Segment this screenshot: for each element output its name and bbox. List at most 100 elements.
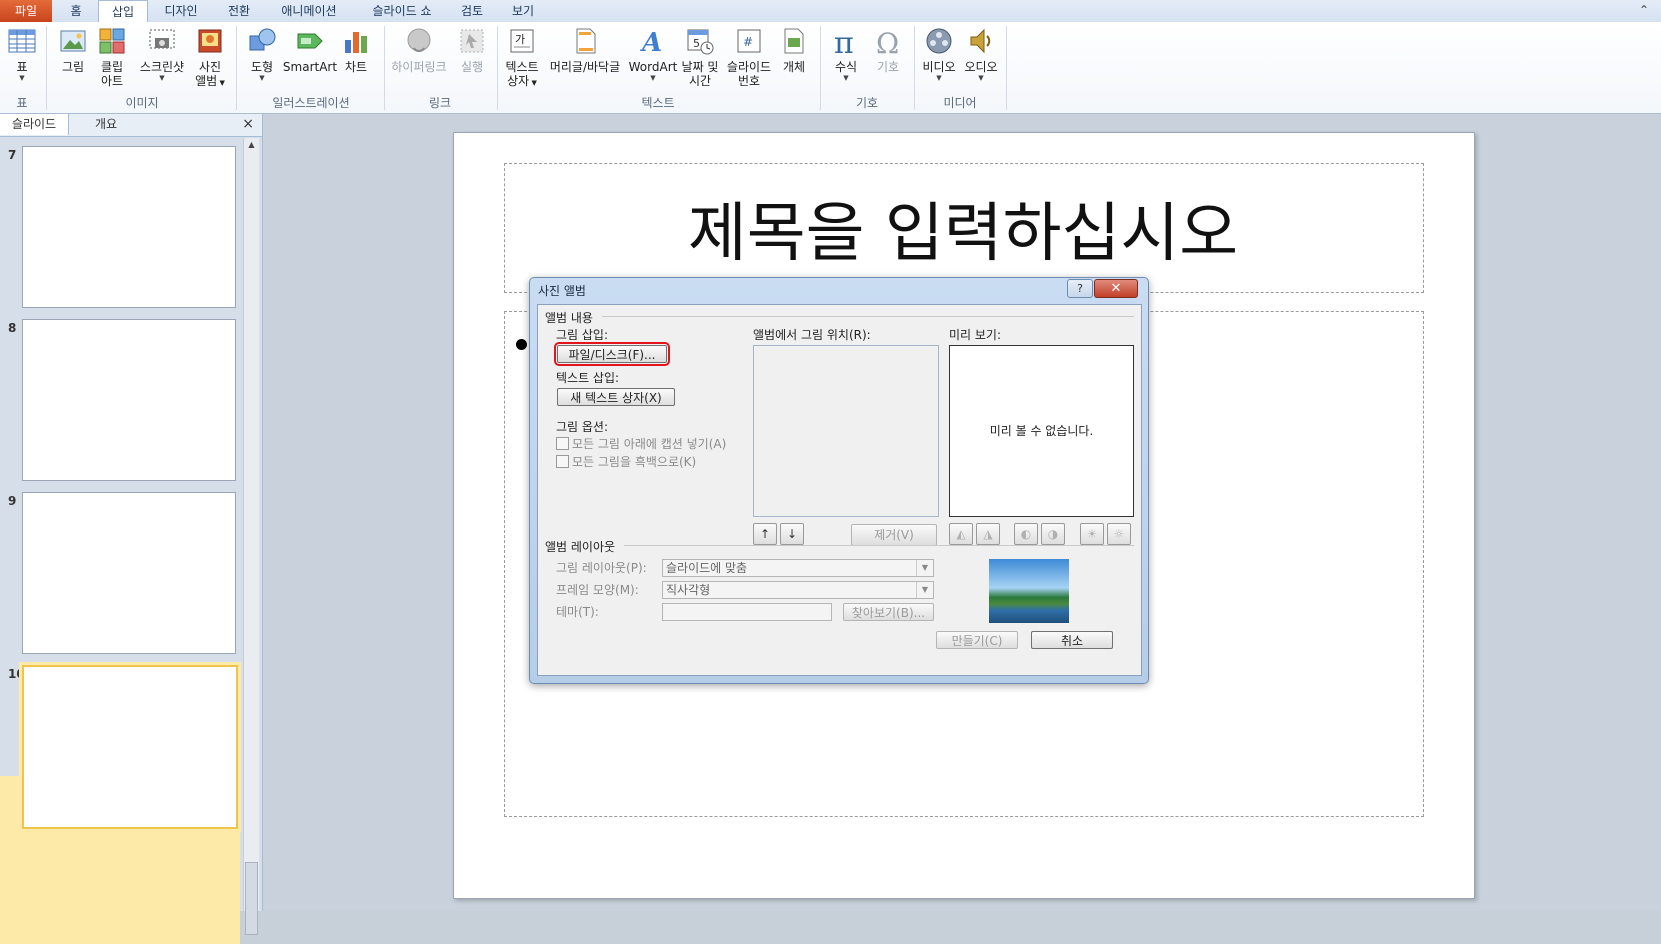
date-time-label-2: 시간 xyxy=(688,74,712,88)
photo-album-label-2: 앨범 xyxy=(195,74,218,88)
chart-label: 차트 xyxy=(344,60,368,74)
cancel-button[interactable]: 취소 xyxy=(1031,631,1113,649)
slide-thumbnail[interactable] xyxy=(22,492,236,654)
tab-design[interactable]: 디자인 xyxy=(148,0,214,22)
symbol-icon: Ω xyxy=(876,27,899,56)
contrast-increase-button[interactable]: ◐ xyxy=(1014,523,1038,545)
text-box-label-1: 텍스트 xyxy=(505,60,539,74)
picture-layout-select[interactable]: 슬라이드에 맞춤 ▼ xyxy=(662,559,934,577)
tab-insert[interactable]: 삽입 xyxy=(98,0,148,24)
equation-button[interactable]: π 수식 ▼ xyxy=(826,26,866,82)
rotate-right-button[interactable]: ◮ xyxy=(976,523,1000,545)
svg-text:#: # xyxy=(743,35,753,49)
symbol-button[interactable]: Ω 기호 xyxy=(868,26,908,74)
text-box-button[interactable]: 가 텍스트 상자 ▼ xyxy=(502,26,542,90)
move-down-button[interactable]: ↓ xyxy=(780,523,804,545)
tab-home[interactable]: 홈 xyxy=(54,0,98,22)
scrollbar-thumb[interactable] xyxy=(245,862,258,935)
black-white-label: 모든 그림을 흑백으로(K) xyxy=(572,455,697,469)
clip-art-button[interactable]: 클립 아트 xyxy=(92,26,132,88)
rotate-left-icon: ◭ xyxy=(956,527,966,541)
browse-button[interactable]: 찾아보기(B)... xyxy=(843,603,934,621)
action-button[interactable]: 실행 xyxy=(452,26,492,74)
slide-title: 제목을 입력하십시오 xyxy=(687,197,1239,271)
dropdown-arrow-icon: ▼ xyxy=(159,74,165,82)
screenshot-button[interactable]: 스크린샷 ▼ xyxy=(134,26,190,82)
screenshot-icon xyxy=(149,29,175,49)
chart-icon xyxy=(345,32,367,53)
clip-art-label-1: 클립 xyxy=(100,60,124,74)
brightness-decrease-button[interactable]: ☼ xyxy=(1107,523,1131,545)
preview-label: 미리 보기: xyxy=(949,328,1002,342)
chevron-down-icon: ▼ xyxy=(916,560,933,576)
new-text-box-button[interactable]: 새 텍스트 상자(X) xyxy=(557,388,675,406)
pictures-in-album-list[interactable] xyxy=(753,345,939,517)
table-button[interactable]: 표 ▼ xyxy=(4,26,40,82)
dropdown-arrow-icon: ▼ xyxy=(19,74,25,82)
slide-thumbnail[interactable] xyxy=(22,146,236,308)
slide-number: 7 xyxy=(8,148,17,162)
brightness-increase-icon: ☀ xyxy=(1086,527,1098,541)
wordart-button[interactable]: A WordArt ▼ xyxy=(628,26,678,82)
no-preview-text: 미리 볼 수 없습니다. xyxy=(989,424,1094,438)
dropdown-arrow-icon: ▼ xyxy=(650,74,656,82)
contrast-decrease-button[interactable]: ◑ xyxy=(1041,523,1065,545)
slide-thumbnail[interactable] xyxy=(22,319,236,481)
file-disk-button[interactable]: 파일/디스크(F)... xyxy=(554,342,670,366)
video-button[interactable]: 비디오 ▼ xyxy=(918,26,960,82)
shapes-icon xyxy=(249,28,276,51)
close-icon[interactable]: ✕ xyxy=(1094,279,1138,298)
object-button[interactable]: 개체 xyxy=(776,26,812,74)
tab-review[interactable]: 검토 xyxy=(450,0,494,22)
shapes-button[interactable]: 도형 ▼ xyxy=(244,26,280,82)
date-time-icon: 5 xyxy=(687,29,714,55)
collapse-ribbon-icon[interactable]: ⌃ xyxy=(1637,3,1651,17)
close-pane-icon[interactable]: × xyxy=(242,116,254,132)
move-up-button[interactable]: ↑ xyxy=(753,523,777,545)
remove-button[interactable]: 제거(V) xyxy=(851,524,937,546)
header-footer-button[interactable]: 머리글/바닥글 xyxy=(544,26,626,74)
smartart-button[interactable]: SmartArt xyxy=(282,26,338,74)
chart-button[interactable]: 차트 xyxy=(338,26,374,74)
tab-transitions[interactable]: 전환 xyxy=(216,0,262,22)
header-footer-label: 머리글/바닥글 xyxy=(549,60,621,74)
photo-album-dialog: 사진 앨범 ? ✕ 앨범 내용 그림 삽입: 파일/디스크(F)... 텍스트 … xyxy=(529,277,1149,684)
audio-button[interactable]: 오디오 ▼ xyxy=(960,26,1002,82)
tab-view[interactable]: 보기 xyxy=(498,0,548,22)
theme-input[interactable] xyxy=(662,603,832,621)
date-time-button[interactable]: 5 날짜 및 시간 xyxy=(678,26,722,88)
tab-file[interactable]: 파일 xyxy=(0,0,52,22)
video-label: 비디오 xyxy=(922,60,956,74)
ribbon-tab-bar: 파일 홈 삽입 디자인 전환 애니메이션 슬라이드 쇼 검토 보기 ⌃ xyxy=(0,0,1661,24)
caption-below-checkbox[interactable] xyxy=(556,437,569,450)
scroll-up-icon[interactable]: ▲ xyxy=(244,138,259,152)
ribbon: 표 ▼ 표 그림 클립 아트 스크린샷 ▼ 사진 앨범 ▼ 이미지 도형 ▼ SmartA… xyxy=(0,22,1661,114)
group-separator xyxy=(1006,26,1007,110)
photo-album-button[interactable]: 사진 앨범 ▼ xyxy=(190,26,230,90)
create-button[interactable]: 만들기(C) xyxy=(936,631,1018,649)
group-illustrations: 일러스트레이션 xyxy=(272,96,350,110)
slide-number: 9 xyxy=(8,494,17,508)
brightness-increase-button[interactable]: ☀ xyxy=(1080,523,1104,545)
group-separator xyxy=(46,26,47,110)
dropdown-arrow-icon: ▼ xyxy=(843,74,849,82)
slide-number-button[interactable]: # 슬라이드 번호 xyxy=(722,26,776,88)
svg-text:가: 가 xyxy=(515,33,525,46)
pane-scrollbar[interactable]: ▲ xyxy=(243,138,259,935)
picture-button[interactable]: 그림 xyxy=(56,26,90,74)
picture-layout-value: 슬라이드에 맞춤 xyxy=(666,561,748,575)
slide-thumbnail-selected[interactable] xyxy=(22,665,238,829)
tab-slide-show[interactable]: 슬라이드 쇼 xyxy=(356,0,448,22)
frame-shape-select[interactable]: 직사각형 ▼ xyxy=(662,581,934,599)
clip-art-icon xyxy=(99,28,125,54)
group-separator xyxy=(497,26,498,110)
help-icon[interactable]: ? xyxy=(1067,279,1093,298)
tab-animations[interactable]: 애니메이션 xyxy=(266,0,352,22)
tab-outline[interactable]: 개요 xyxy=(70,114,142,135)
black-white-checkbox[interactable] xyxy=(556,455,569,468)
rotate-left-button[interactable]: ◭ xyxy=(949,523,973,545)
tab-slides[interactable]: 슬라이드 xyxy=(0,114,69,135)
hyperlink-button[interactable]: 하이퍼링크 xyxy=(388,26,450,74)
hyperlink-icon xyxy=(407,28,431,52)
dropdown-arrow-icon: ▼ xyxy=(529,79,537,87)
